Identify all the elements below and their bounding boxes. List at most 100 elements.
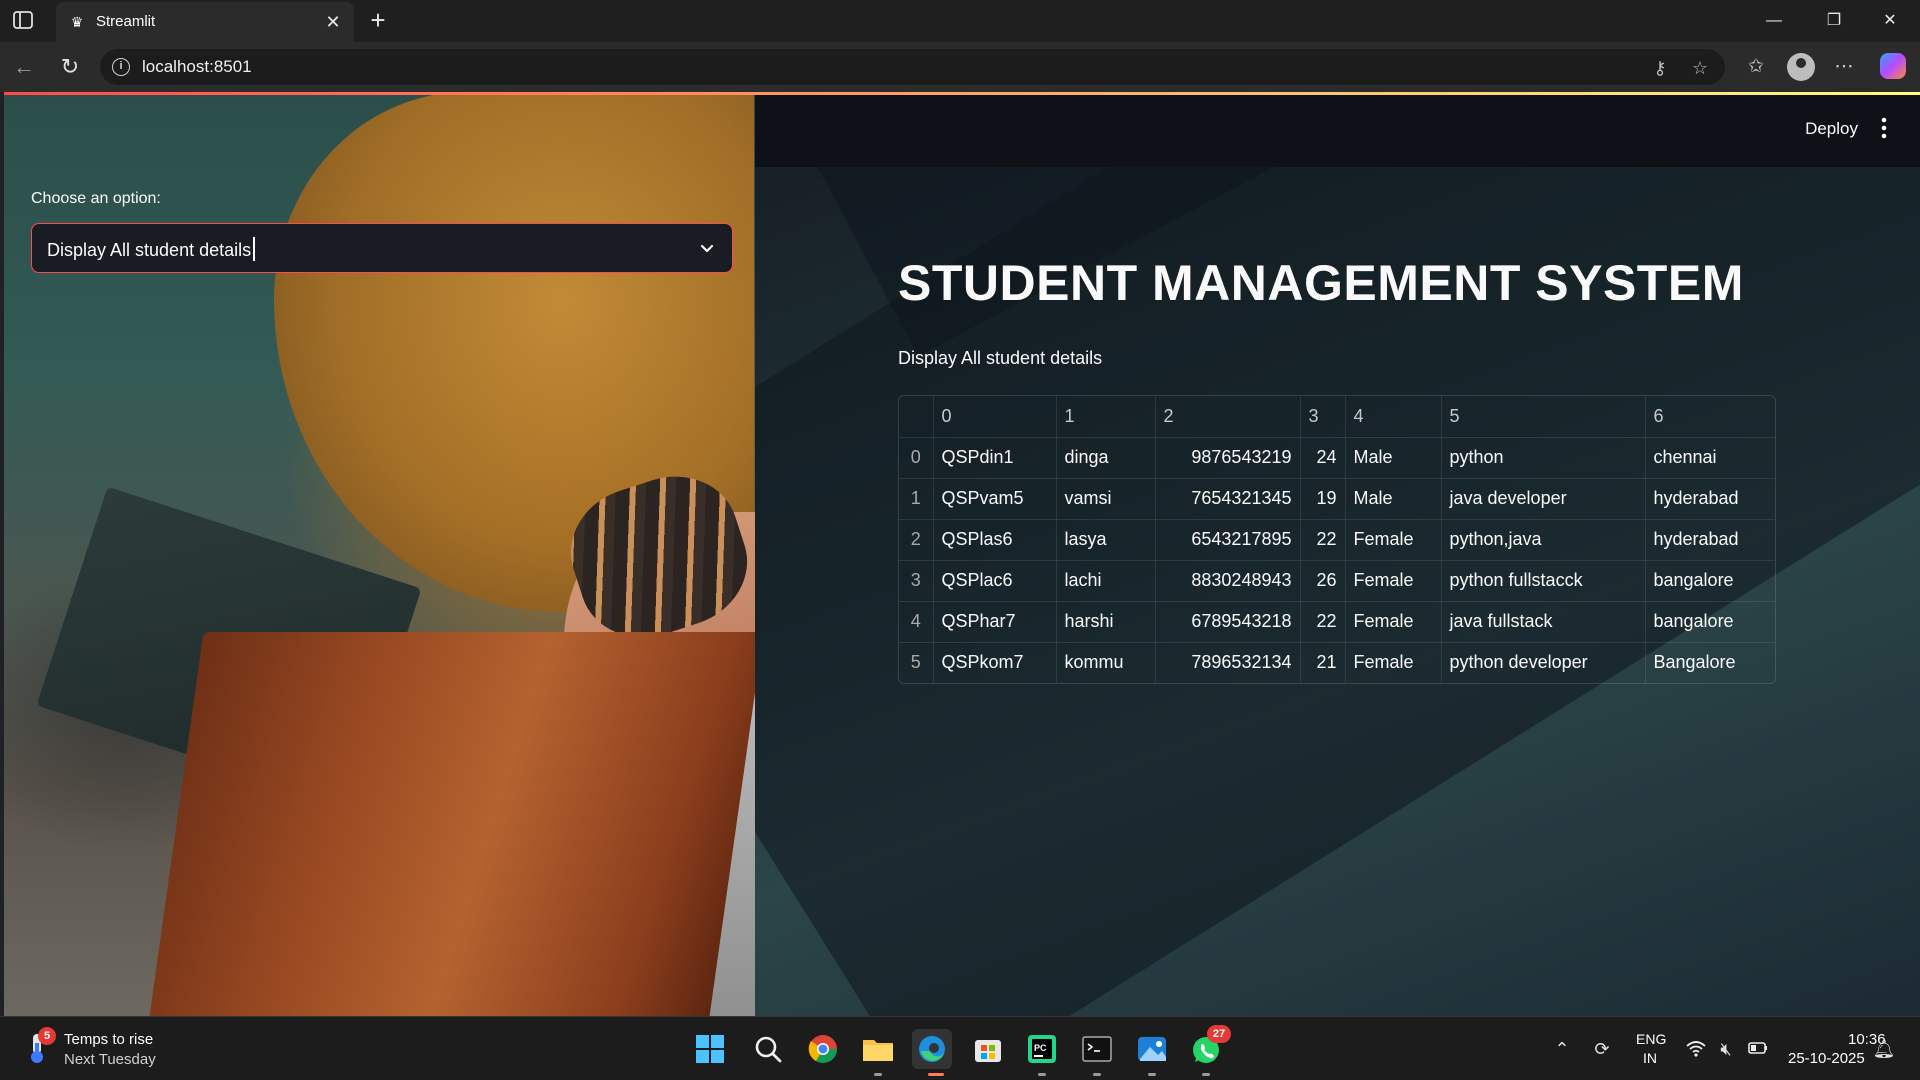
table-cell[interactable]: vamsi xyxy=(1056,478,1156,520)
table-cell[interactable]: python,java xyxy=(1441,519,1646,561)
table-cell[interactable]: Bangalore xyxy=(1645,642,1775,683)
table-row[interactable]: 4 QSPhar7 harshi 6789543218 22 Female java ful… xyxy=(899,601,1775,643)
table-cell[interactable]: Male xyxy=(1345,437,1442,479)
more-options-icon[interactable]: ⋯ xyxy=(1830,53,1858,81)
favorite-star-icon[interactable]: ☆ xyxy=(1688,56,1712,80)
show-hidden-icons-chevron-up-icon[interactable]: ⌃ xyxy=(1550,1037,1574,1061)
table-cell[interactable]: 6543217895 xyxy=(1155,519,1301,561)
table-cell[interactable]: kommu xyxy=(1056,642,1156,683)
restore-icon[interactable]: ❐ xyxy=(1814,8,1854,34)
table-row[interactable]: 0 QSPdin1 dinga 9876543219 24 Male python chenn… xyxy=(899,437,1775,479)
weather-text[interactable]: Temps to rise xyxy=(64,1031,153,1048)
option-select[interactable]: Display All student details xyxy=(31,223,733,273)
table-cell[interactable]: 7896532134 xyxy=(1155,642,1301,683)
table-cell[interactable]: java developer xyxy=(1441,478,1646,520)
table-cell[interactable]: QSPhar7 xyxy=(933,601,1057,643)
table-cell[interactable]: lasya xyxy=(1056,519,1156,561)
student-dataframe[interactable]: 0 1 2 3 4 5 6 0 QSPdin1 dinga 9876543219 24 M… xyxy=(898,395,1776,684)
table-cell[interactable]: 19 xyxy=(1300,478,1346,520)
notification-bell-icon[interactable]: 🔔︎ xyxy=(1872,1037,1896,1061)
deploy-button[interactable]: Deploy xyxy=(1805,119,1858,139)
table-cell[interactable]: Female xyxy=(1345,642,1442,683)
clock-date[interactable]: 25-10-2025 xyxy=(1788,1050,1865,1067)
table-cell[interactable]: python fullstacck xyxy=(1441,560,1646,602)
table-cell[interactable]: python developer xyxy=(1441,642,1646,683)
chrome-icon[interactable] xyxy=(803,1029,843,1069)
table-cell[interactable]: 6789543218 xyxy=(1155,601,1301,643)
table-cell[interactable]: bangalore xyxy=(1645,601,1775,643)
column-header[interactable]: 0 xyxy=(933,396,1057,438)
profile-avatar-icon[interactable] xyxy=(1787,53,1815,81)
table-cell[interactable]: bangalore xyxy=(1645,560,1775,602)
address-bar[interactable]: i localhost:8501 ⚷ ☆ xyxy=(100,49,1725,85)
browser-tab[interactable]: ♛ Streamlit ✕ xyxy=(56,2,354,42)
table-cell[interactable]: 7654321345 xyxy=(1155,478,1301,520)
close-window-icon[interactable]: ✕ xyxy=(1870,8,1910,34)
table-cell[interactable]: java fullstack xyxy=(1441,601,1646,643)
minimize-icon[interactable]: — xyxy=(1754,8,1794,34)
close-tab-icon[interactable]: ✕ xyxy=(322,11,344,33)
table-cell[interactable]: hyderabad xyxy=(1645,478,1775,520)
volume-muted-icon[interactable]: 🔇︎ xyxy=(1714,1037,1738,1061)
table-cell[interactable]: dinga xyxy=(1056,437,1156,479)
photos-icon[interactable] xyxy=(1132,1029,1172,1069)
sync-icon[interactable]: ⟳ xyxy=(1590,1037,1614,1061)
column-header[interactable]: 3 xyxy=(1300,396,1346,438)
column-header[interactable]: 5 xyxy=(1441,396,1646,438)
key-icon[interactable]: ⚷ xyxy=(1648,56,1672,80)
table-cell[interactable]: hyderabad xyxy=(1645,519,1775,561)
site-info-icon[interactable]: i xyxy=(112,58,130,76)
column-header[interactable]: 6 xyxy=(1645,396,1775,438)
table-cell[interactable]: QSPvam5 xyxy=(933,478,1057,520)
running-indicator xyxy=(1202,1073,1210,1076)
table-cell[interactable]: 9876543219 xyxy=(1155,437,1301,479)
table-cell[interactable]: 21 xyxy=(1300,642,1346,683)
wifi-icon[interactable] xyxy=(1684,1037,1708,1061)
column-header[interactable]: 1 xyxy=(1056,396,1156,438)
table-cell[interactable]: 24 xyxy=(1300,437,1346,479)
windows-start-icon[interactable] xyxy=(690,1029,730,1069)
file-explorer-icon[interactable] xyxy=(858,1029,898,1069)
table-row[interactable]: 5 QSPkom7 kommu 7896532134 21 Female python de… xyxy=(899,642,1775,683)
weather-subtext[interactable]: Next Tuesday xyxy=(64,1051,156,1068)
pycharm-icon[interactable]: PC xyxy=(1022,1029,1062,1069)
sidebar-toggle-icon[interactable] xyxy=(12,10,36,32)
table-cell[interactable]: lachi xyxy=(1056,560,1156,602)
table-row[interactable]: 1 QSPvam5 vamsi 7654321345 19 Male java develo… xyxy=(899,478,1775,520)
table-cell[interactable]: Female xyxy=(1345,560,1442,602)
table-cell[interactable]: python xyxy=(1441,437,1646,479)
edge-icon[interactable] xyxy=(912,1029,952,1069)
copilot-icon[interactable] xyxy=(1880,53,1906,79)
table-cell[interactable]: QSPlac6 xyxy=(933,560,1057,602)
language-indicator[interactable]: ENG xyxy=(1636,1031,1666,1047)
microsoft-store-icon[interactable] xyxy=(968,1029,1008,1069)
chevron-down-icon[interactable] xyxy=(698,239,716,257)
url-text[interactable]: localhost:8501 xyxy=(142,57,252,77)
battery-icon[interactable] xyxy=(1746,1037,1770,1061)
table-cell[interactable]: Female xyxy=(1345,601,1442,643)
table-cell[interactable]: QSPkom7 xyxy=(933,642,1057,683)
table-cell[interactable]: Female xyxy=(1345,519,1442,561)
search-icon[interactable] xyxy=(748,1029,788,1069)
back-icon[interactable]: ← xyxy=(10,53,38,81)
table-cell[interactable]: QSPlas6 xyxy=(933,519,1057,561)
table-cell[interactable]: harshi xyxy=(1056,601,1156,643)
table-cell[interactable]: 8830248943 xyxy=(1155,560,1301,602)
terminal-icon[interactable] xyxy=(1077,1029,1117,1069)
table-row[interactable]: 2 QSPlas6 lasya 6543217895 22 Female python,ja… xyxy=(899,519,1775,561)
reload-icon[interactable]: ↻ xyxy=(56,53,84,81)
table-cell[interactable]: 22 xyxy=(1300,601,1346,643)
new-tab-icon[interactable]: + xyxy=(364,7,392,35)
language-region[interactable]: IN xyxy=(1643,1050,1657,1066)
column-header[interactable]: 4 xyxy=(1345,396,1442,438)
column-header[interactable]: 2 xyxy=(1155,396,1301,438)
table-cell[interactable]: chennai xyxy=(1645,437,1775,479)
favorites-icon[interactable]: ✩ xyxy=(1742,53,1770,81)
table-cell[interactable]: 26 xyxy=(1300,560,1346,602)
table-cell[interactable]: 22 xyxy=(1300,519,1346,561)
table-row[interactable]: 3 QSPlac6 lachi 8830248943 26 Female python fu… xyxy=(899,560,1775,602)
table-cell[interactable]: Male xyxy=(1345,478,1442,520)
main-menu-icon[interactable] xyxy=(1874,113,1894,143)
table-cell[interactable]: QSPdin1 xyxy=(933,437,1057,479)
select-value[interactable]: Display All student details xyxy=(47,237,256,261)
